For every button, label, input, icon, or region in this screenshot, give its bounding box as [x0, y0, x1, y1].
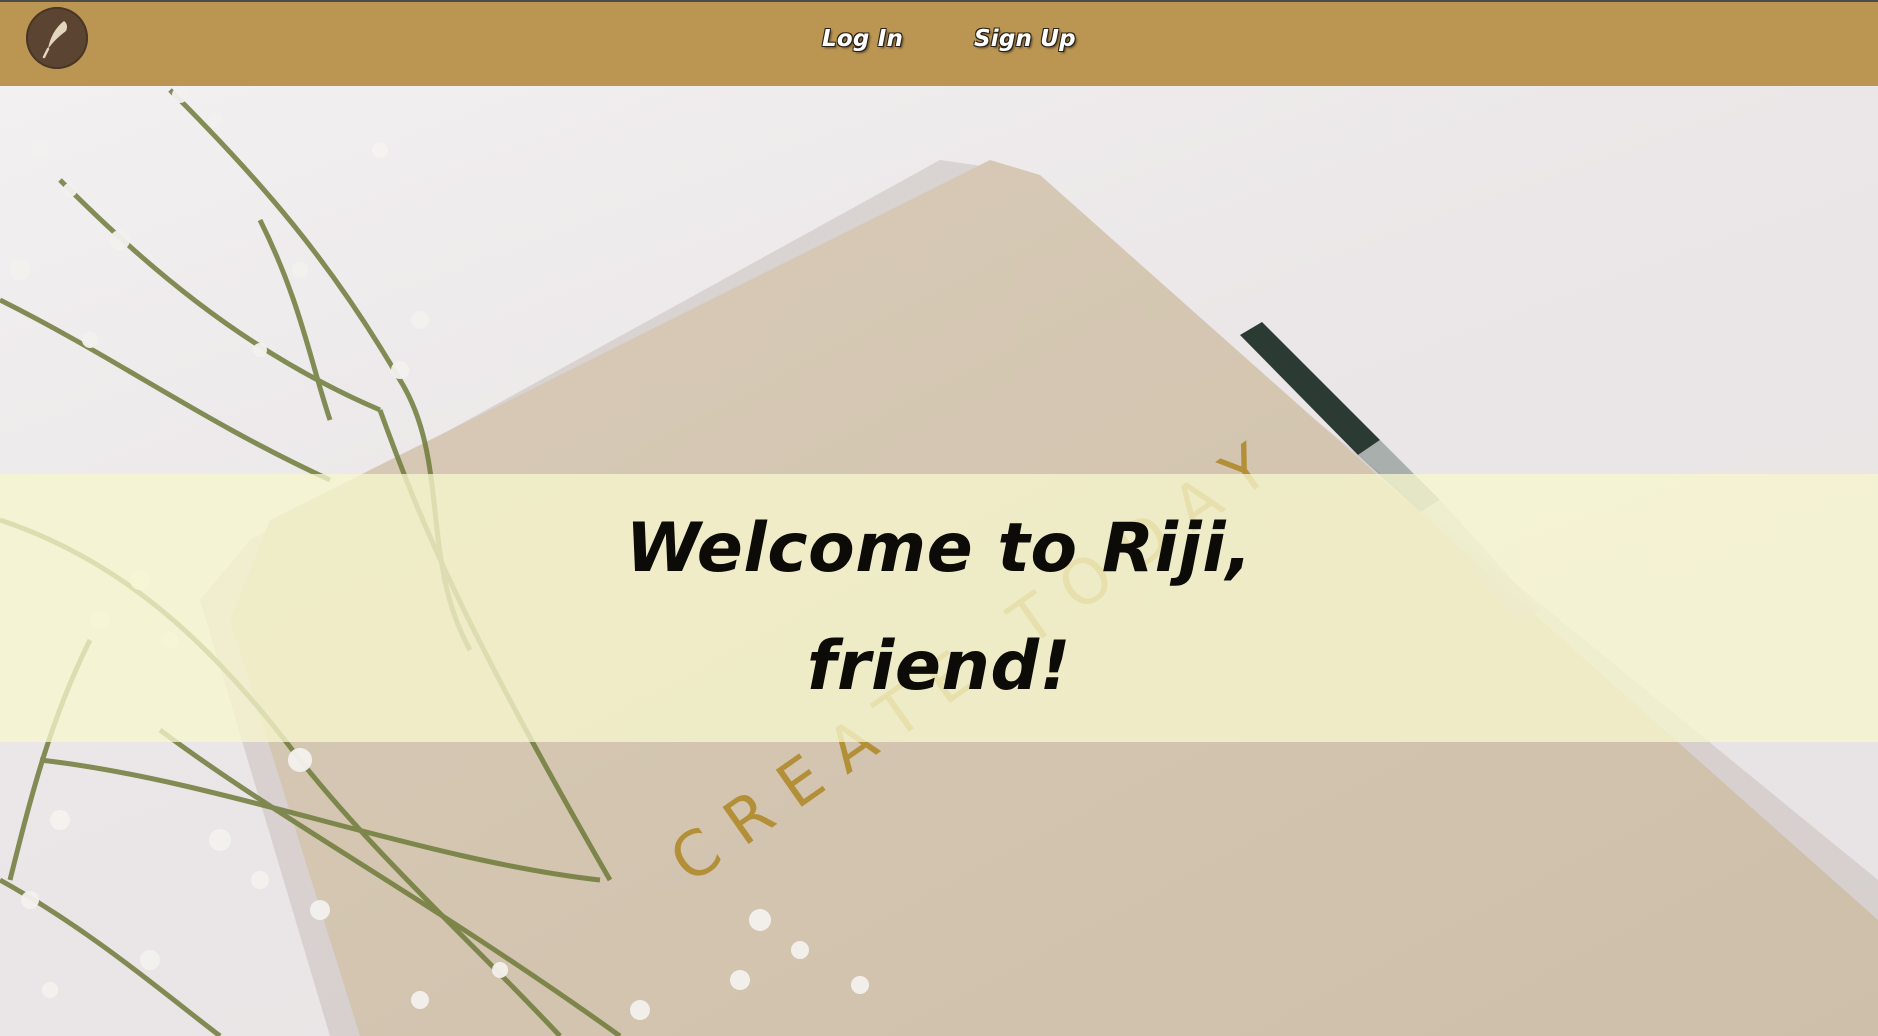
welcome-banner: Welcome to Riji, friend!: [0, 474, 1878, 742]
login-link[interactable]: Log In: [822, 26, 903, 52]
top-navigation-bar: Log In Sign Up: [0, 0, 1878, 86]
signup-link[interactable]: Sign Up: [974, 26, 1076, 52]
quill-feather-glyph: [42, 21, 68, 59]
welcome-heading-line-1: Welcome to Riji,: [625, 509, 1253, 588]
quill-feather-icon[interactable]: [26, 7, 88, 69]
welcome-heading-line-2: friend!: [806, 627, 1072, 706]
